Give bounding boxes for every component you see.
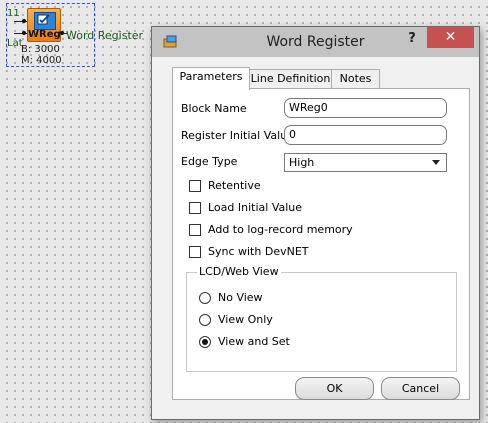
block-param-m: M: 4000 [21, 55, 62, 66]
block-name-label: Block Name [181, 102, 247, 115]
lcd-web-view-title: LCD/Web View [197, 265, 281, 278]
edge-type-label: Edge Type [181, 155, 238, 168]
no-view-label: No View [218, 291, 263, 304]
view-only-label: View Only [218, 313, 273, 326]
log-record-label: Add to log-record memory [208, 223, 353, 236]
edge-type-select[interactable]: High [284, 153, 447, 172]
sync-devnet-checkbox[interactable] [189, 246, 201, 258]
dialog-titlebar[interactable]: Word Register ? ✕ [152, 27, 479, 57]
load-initial-value-checkbox[interactable] [189, 202, 201, 214]
edge-type-value: High [289, 156, 315, 169]
word-register-dialog: Word Register ? ✕ Parameters Line Defini… [151, 26, 480, 420]
input-pin-top[interactable] [22, 19, 26, 23]
register-icon [34, 12, 56, 30]
tab-line-definition[interactable]: Line Definition [249, 69, 332, 88]
block-param-b: B: 3000 [21, 44, 60, 55]
view-and-set-radio[interactable] [199, 336, 211, 348]
view-and-set-label: View and Set [218, 335, 290, 348]
log-record-checkbox[interactable] [189, 224, 201, 236]
block-name-input[interactable]: WReg0 [284, 98, 447, 118]
view-only-radio[interactable] [199, 314, 211, 326]
wreg-block-icon[interactable]: WReg [27, 8, 61, 42]
sync-devnet-label: Sync with DevNET [208, 245, 309, 258]
output-pin[interactable] [60, 31, 64, 35]
input-pin-bottom[interactable] [22, 31, 26, 35]
help-button[interactable]: ? [405, 31, 419, 47]
dialog-body: Parameters Line Definition Notes Block N… [161, 57, 470, 400]
no-view-radio[interactable] [199, 292, 211, 304]
retentive-checkbox[interactable] [189, 180, 201, 192]
load-initial-value-label: Load Initial Value [208, 201, 303, 214]
initial-value-input[interactable]: 0 [284, 125, 447, 145]
close-button[interactable]: ✕ [427, 27, 474, 48]
ok-button[interactable]: OK [295, 377, 374, 400]
initial-value-label: Register Initial Value [181, 129, 294, 142]
input-label-top: 11 [7, 8, 20, 19]
cancel-button[interactable]: Cancel [381, 377, 460, 400]
chevron-down-icon [432, 160, 440, 165]
output-label: Word Register [66, 29, 144, 42]
tab-notes[interactable]: Notes [331, 69, 380, 88]
retentive-label: Retentive [208, 179, 261, 192]
block-title: WReg [28, 29, 61, 40]
parameters-page: Block Name WReg0 Register Initial Value … [172, 88, 470, 400]
tab-parameters[interactable]: Parameters [172, 67, 250, 90]
